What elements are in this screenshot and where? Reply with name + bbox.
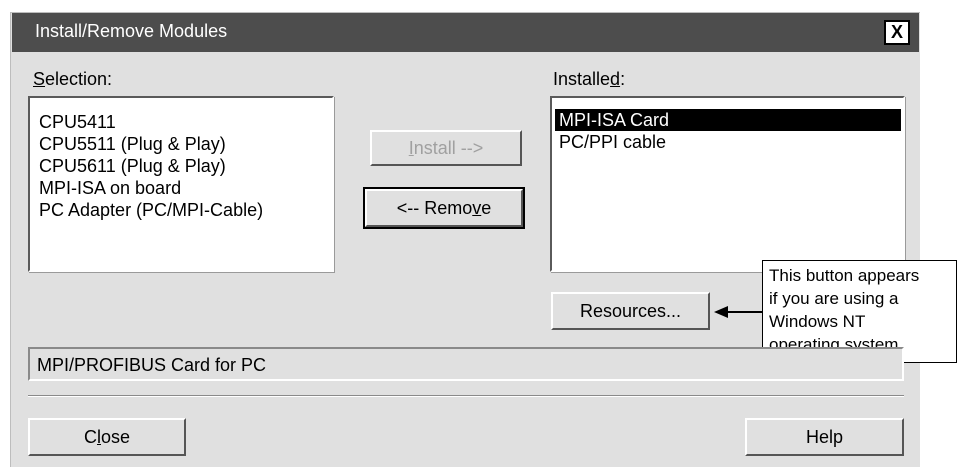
close-icon[interactable]: X — [884, 20, 910, 45]
remove-button[interactable]: <-- Remove — [363, 187, 525, 229]
list-item[interactable]: PC/PPI cable — [559, 131, 666, 153]
left-arrow-icon — [714, 306, 764, 318]
resources-button[interactable]: Resources... — [551, 292, 710, 330]
module-description-box: MPI/PROFIBUS Card for PC — [28, 347, 904, 381]
selection-label: Selection: — [33, 69, 112, 90]
separator — [28, 395, 904, 397]
module-description: MPI/PROFIBUS Card for PC — [37, 355, 267, 375]
installed-label: Installed: — [553, 69, 626, 89]
list-item[interactable]: PC Adapter (PC/MPI-Cable) — [39, 199, 263, 221]
selection-label-post: election: — [45, 69, 113, 89]
installed-listbox[interactable]: MPI-ISA Card PC/PPI cable — [550, 96, 905, 272]
selection-label-mnemonic: S — [33, 69, 46, 89]
help-button[interactable]: Help — [745, 418, 904, 456]
title-bar: Install/Remove Modules X — [12, 13, 919, 52]
list-item[interactable]: CPU5411 — [39, 111, 116, 133]
install-button[interactable]: Install --> — [370, 130, 522, 166]
selection-listbox[interactable]: CPU5411 CPU5511 (Plug & Play) CPU5611 (P… — [28, 96, 334, 272]
close-button[interactable]: Close — [28, 418, 186, 456]
list-item[interactable]: MPI-ISA on board — [39, 177, 181, 199]
dialog-title: Install/Remove Modules — [35, 21, 228, 41]
list-item[interactable]: CPU5611 (Plug & Play) — [39, 155, 226, 177]
list-item-selected[interactable]: MPI-ISA Card — [559, 109, 669, 131]
list-item[interactable]: CPU5511 (Plug & Play) — [39, 133, 226, 155]
